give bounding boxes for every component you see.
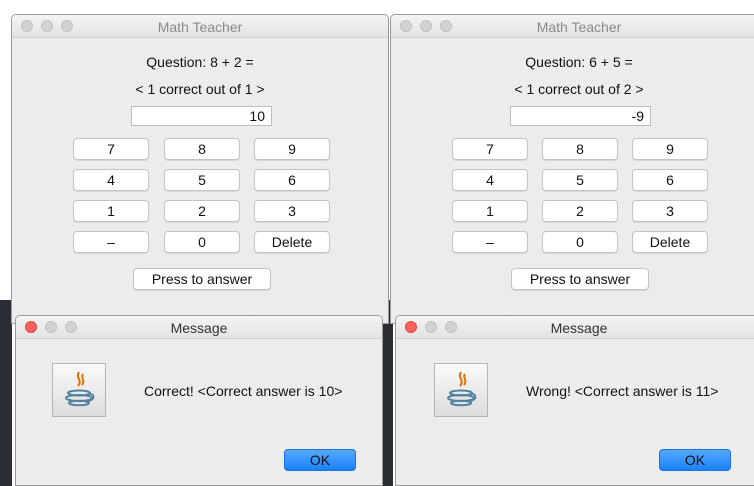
title-bar[interactable]: Math Teacher (12, 15, 388, 38)
key-3[interactable]: 3 (254, 200, 330, 222)
key-2[interactable]: 2 (542, 200, 618, 222)
math-teacher-window-left: Math Teacher Question: 8 + 2 = < 1 corre… (11, 14, 389, 324)
question-label: Question: 8 + 2 = (146, 54, 254, 70)
window-title: Math Teacher (536, 19, 622, 35)
delete-button[interactable]: Delete (254, 231, 330, 253)
key-7[interactable]: 7 (452, 138, 528, 160)
key-5[interactable]: 5 (542, 169, 618, 191)
dialog-message: Correct! <Correct answer is 10> (144, 383, 343, 399)
key-5[interactable]: 5 (164, 169, 240, 191)
key-minus[interactable]: – (73, 231, 149, 253)
key-0[interactable]: 0 (164, 231, 240, 253)
delete-button[interactable]: Delete (632, 231, 708, 253)
key-8[interactable]: 8 (164, 138, 240, 160)
key-6[interactable]: 6 (632, 169, 708, 191)
dialog-title: Message (170, 320, 228, 336)
key-8[interactable]: 8 (542, 138, 618, 160)
key-1[interactable]: 1 (73, 200, 149, 222)
dialog-title: Message (550, 320, 608, 336)
background-strip-left (0, 300, 12, 486)
key-minus[interactable]: – (452, 231, 528, 253)
dialog-message: Wrong! <Correct answer is 11> (526, 383, 719, 399)
key-3[interactable]: 3 (632, 200, 708, 222)
score-label: < 1 correct out of 1 > (135, 81, 265, 97)
java-coffee-icon (52, 363, 106, 417)
key-0[interactable]: 0 (542, 231, 618, 253)
java-coffee-icon (434, 363, 488, 417)
key-7[interactable]: 7 (73, 138, 149, 160)
window-title: Math Teacher (157, 19, 243, 35)
key-2[interactable]: 2 (164, 200, 240, 222)
key-9[interactable]: 9 (632, 138, 708, 160)
key-4[interactable]: 4 (73, 169, 149, 191)
submit-answer-button[interactable]: Press to answer (511, 268, 649, 290)
dialog-title-bar[interactable]: Message (16, 316, 382, 339)
key-1[interactable]: 1 (452, 200, 528, 222)
answer-field[interactable]: 10 (131, 106, 272, 126)
key-9[interactable]: 9 (254, 138, 330, 160)
key-6[interactable]: 6 (254, 169, 330, 191)
title-bar[interactable]: Math Teacher (391, 15, 754, 38)
ok-button[interactable]: OK (284, 449, 356, 471)
submit-answer-button[interactable]: Press to answer (133, 268, 271, 290)
dialog-title-bar[interactable]: Message (396, 316, 754, 339)
message-dialog-right: Message Wrong! <Correct answer is 11> OK (395, 315, 754, 486)
score-label: < 1 correct out of 2 > (514, 81, 644, 97)
key-4[interactable]: 4 (452, 169, 528, 191)
math-teacher-window-right: Math Teacher Question: 6 + 5 = < 1 corre… (390, 14, 754, 324)
ok-button[interactable]: OK (659, 449, 731, 471)
answer-field[interactable]: -9 (510, 106, 651, 126)
message-dialog-left: Message Correct! <Correct answer is 10> … (15, 315, 383, 486)
question-label: Question: 6 + 5 = (525, 54, 633, 70)
